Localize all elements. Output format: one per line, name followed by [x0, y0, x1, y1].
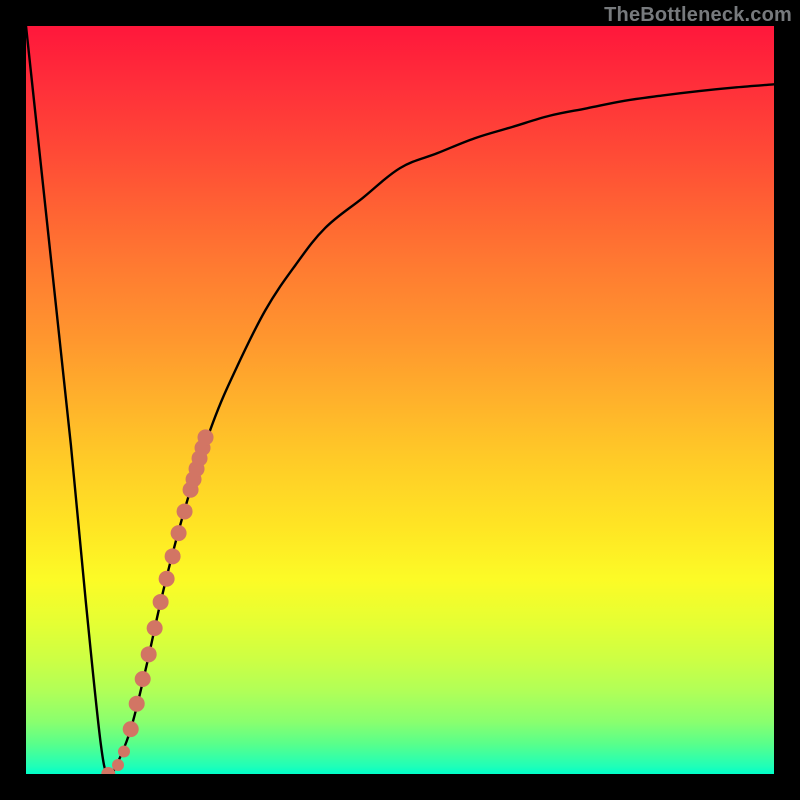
highlight-segment: [198, 429, 214, 445]
highlight-segment: [171, 525, 187, 541]
highlight-segment: [135, 671, 151, 687]
highlight-segment: [141, 646, 157, 662]
bottleneck-curve: [26, 26, 774, 774]
highlight-segment: [159, 571, 175, 587]
plot-area: [26, 26, 774, 774]
chart-frame: TheBottleneck.com: [0, 0, 800, 800]
highlight-segment: [153, 594, 169, 610]
highlight-segment: [147, 620, 163, 636]
dot-gap-2: [112, 759, 124, 771]
highlight-segment: [129, 696, 145, 712]
dot-gap-1: [118, 746, 130, 758]
highlight-segment: [165, 548, 181, 564]
highlight-segment: [123, 721, 139, 737]
watermark-text: TheBottleneck.com: [604, 4, 792, 27]
curve-markers: [101, 429, 213, 774]
highlight-segment: [177, 503, 193, 519]
chart-svg: [26, 26, 774, 774]
